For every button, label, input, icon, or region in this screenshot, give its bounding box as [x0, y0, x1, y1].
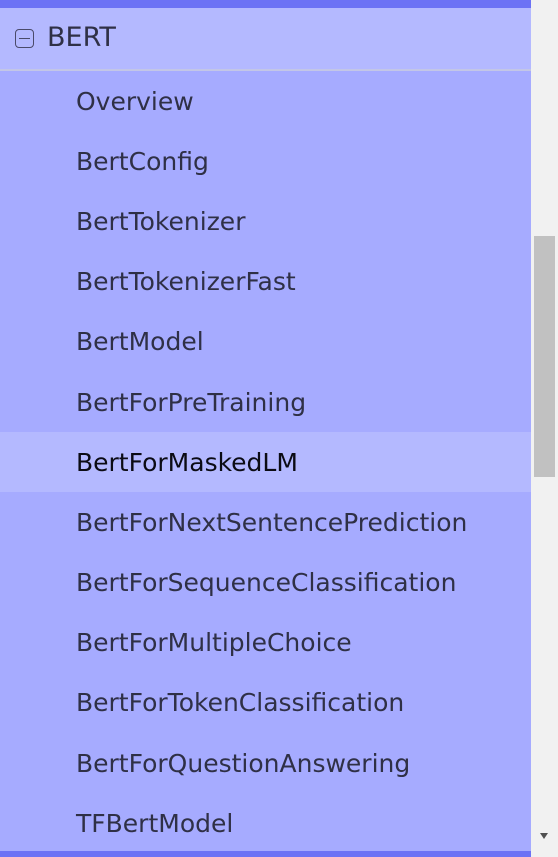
nav-item-bertforquestionanswering[interactable]: BertForQuestionAnswering: [0, 733, 531, 793]
nav-item-bertconfig[interactable]: BertConfig: [0, 131, 531, 191]
nav-item-berttokenizerfast[interactable]: BertTokenizerFast: [0, 252, 531, 312]
section-header-bert[interactable]: BERT: [0, 8, 531, 71]
nav-item-bertformultiplechoice[interactable]: BertForMultipleChoice: [0, 613, 531, 673]
scrollbar-thumb[interactable]: [534, 236, 555, 477]
nav-item-bertmodel[interactable]: BertModel: [0, 312, 531, 372]
collapse-minus-icon[interactable]: [15, 29, 34, 48]
vertical-scrollbar[interactable]: [531, 0, 558, 857]
nav-item-overview[interactable]: Overview: [0, 71, 531, 131]
nav-item-bertforsequenceclassification[interactable]: BertForSequenceClassification: [0, 553, 531, 613]
top-accent-bar: [0, 0, 531, 8]
navigation-panel: BERT Overview BertConfig BertTokenizer B…: [0, 0, 558, 857]
nav-item-bertfornextsentenceprediction[interactable]: BertForNextSentencePrediction: [0, 492, 531, 552]
scroll-down-arrow-icon[interactable]: [540, 833, 548, 839]
nav-list: Overview BertConfig BertTokenizer BertTo…: [0, 71, 531, 853]
nav-item-bertformaskedlm[interactable]: BertForMaskedLM: [0, 432, 531, 493]
nav-item-bertfortokenclassification[interactable]: BertForTokenClassification: [0, 673, 531, 733]
nav-item-berttokenizer[interactable]: BertTokenizer: [0, 191, 531, 251]
nav-item-bertforpretraining[interactable]: BertForPreTraining: [0, 372, 531, 432]
section-title: BERT: [47, 22, 116, 53]
bottom-accent-bar: [0, 851, 531, 857]
nav-item-tfbertmodel[interactable]: TFBertModel: [0, 793, 531, 853]
